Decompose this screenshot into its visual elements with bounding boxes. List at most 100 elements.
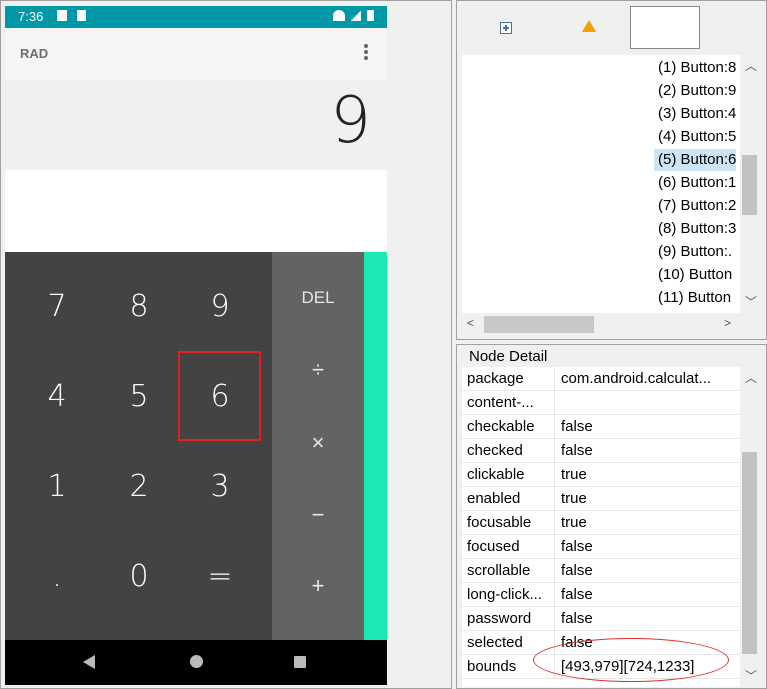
angle-mode-label[interactable]: RAD [20,46,48,61]
table-row[interactable]: package com.android.calculat... [462,367,740,391]
table-row[interactable]: checked false [462,439,740,463]
tree-node[interactable]: (2) Button:9 [654,80,736,102]
tree-vertical-scrollbar[interactable]: ︿ ﹀ [740,55,759,313]
key-9[interactable]: 9 [179,262,261,352]
property-key: scrollable [467,562,531,579]
node-detail-pane: Node Detail package com.android.calculat.… [456,344,767,689]
table-row[interactable]: scrollable false [462,559,740,583]
scroll-up-icon[interactable]: ︿ [745,369,757,386]
device-screen: 7:36 RAD 9 7 8 9 4 5 6 1 2 3 . 0 = DEL ÷… [5,6,387,685]
scroll-right-icon[interactable]: > [724,316,731,330]
property-value [554,391,740,415]
status-bar: 7:36 [5,6,387,28]
home-icon[interactable] [190,655,203,668]
key-5[interactable]: 5 [98,352,180,442]
numpad: 7 8 9 4 5 6 1 2 3 . 0 = [5,252,272,640]
tree-node[interactable]: (11) Button [654,287,731,309]
tree-node[interactable]: (9) Button:. [654,241,732,263]
wifi-icon [333,10,345,21]
app-window: 7:36 RAD 9 7 8 9 4 5 6 1 2 3 . 0 = DEL ÷… [0,0,767,689]
tree-node[interactable]: (7) Button:2 [654,195,736,217]
property-key: focused [467,538,520,555]
key-multiply[interactable]: × [272,407,364,479]
tree-horizontal-scroll-thumb[interactable] [484,316,594,333]
hierarchy-toolbar [457,1,766,53]
table-row[interactable]: focusable true [462,511,740,535]
detail-vertical-scroll-thumb[interactable] [742,452,757,654]
key-3[interactable]: 3 [179,442,261,532]
scroll-down-icon[interactable]: ﹀ [745,667,757,684]
property-key: enabled [467,490,521,507]
property-key: selected [467,634,523,651]
warning-icon[interactable] [582,20,596,32]
property-value: false [554,559,740,583]
table-row[interactable]: long-click... false [462,583,740,607]
result-display [5,170,387,252]
property-value: false [554,415,740,439]
table-row[interactable]: focused false [462,535,740,559]
property-value: true [554,463,740,487]
property-key: content-... [467,394,534,411]
tree-horizontal-scrollbar[interactable]: < > [462,313,740,335]
property-key: checked [467,442,523,459]
scroll-down-icon[interactable]: ﹀ [745,293,757,310]
property-value: true [554,487,740,511]
tree-node[interactable]: (8) Button:3 [654,218,736,240]
property-value: false [554,439,740,463]
display-value: 9 [330,84,371,158]
tree-node[interactable]: (1) Button:8 [654,57,736,79]
sd-card-icon [77,10,86,21]
property-value: com.android.calculat... [554,367,740,391]
advanced-panel-handle[interactable] [364,252,387,640]
property-key: focusable [467,514,532,531]
property-value: true [554,511,740,535]
property-value: false [554,607,740,631]
tree-node[interactable]: (10) Button [654,264,732,286]
key-8[interactable]: 8 [98,262,180,352]
key-divide[interactable]: ÷ [272,334,364,406]
bounds-annotation-circle [533,638,729,682]
table-row[interactable]: content-... [462,391,740,415]
detail-vertical-scrollbar[interactable]: ︿ ﹀ [740,367,759,687]
tree-node-selected[interactable]: (5) Button:6 [654,149,737,171]
formula-display: 9 [5,80,387,170]
key-minus[interactable]: − [272,479,364,551]
expand-all-icon[interactable] [500,22,512,34]
tree-node[interactable]: (3) Button:4 [654,103,736,125]
hierarchy-tree: (1) Button:8 (2) Button:9 (3) Button:4 (… [462,55,740,313]
tree-vertical-scroll-thumb[interactable] [742,155,757,215]
property-key: password [467,610,532,627]
selected-node-highlight [178,351,261,441]
property-key: package [467,370,524,387]
scroll-left-icon[interactable]: < [467,316,474,330]
key-delete[interactable]: DEL [272,262,364,334]
key-equals[interactable]: = [179,532,261,622]
key-7[interactable]: 7 [16,262,98,352]
key-plus[interactable]: + [272,550,364,622]
key-2[interactable]: 2 [98,442,180,532]
key-0[interactable]: 0 [98,532,180,622]
more-vert-icon[interactable] [361,44,371,64]
back-icon[interactable] [83,655,95,669]
property-key: long-click... [467,586,543,603]
table-row[interactable]: clickable true [462,463,740,487]
table-row[interactable]: checkable false [462,415,740,439]
key-decimal[interactable]: . [16,532,98,622]
tree-node[interactable]: (6) Button:1 [654,172,736,194]
tree-node[interactable]: (4) Button:5 [654,126,736,148]
signal-icon [351,10,361,21]
property-value: false [554,583,740,607]
table-row[interactable]: password false [462,607,740,631]
notification-a-icon [57,10,67,21]
property-value: false [554,535,740,559]
key-1[interactable]: 1 [16,442,98,532]
battery-icon [367,10,374,21]
navigation-bar [5,640,387,685]
filter-input[interactable] [630,6,700,49]
operator-pad: DEL ÷ × − + [272,252,364,640]
recents-icon[interactable] [294,656,306,668]
key-4[interactable]: 4 [16,352,98,442]
calculator-toolbar: RAD [5,28,387,80]
table-row[interactable]: enabled true [462,487,740,511]
scroll-up-icon[interactable]: ︿ [745,57,757,74]
